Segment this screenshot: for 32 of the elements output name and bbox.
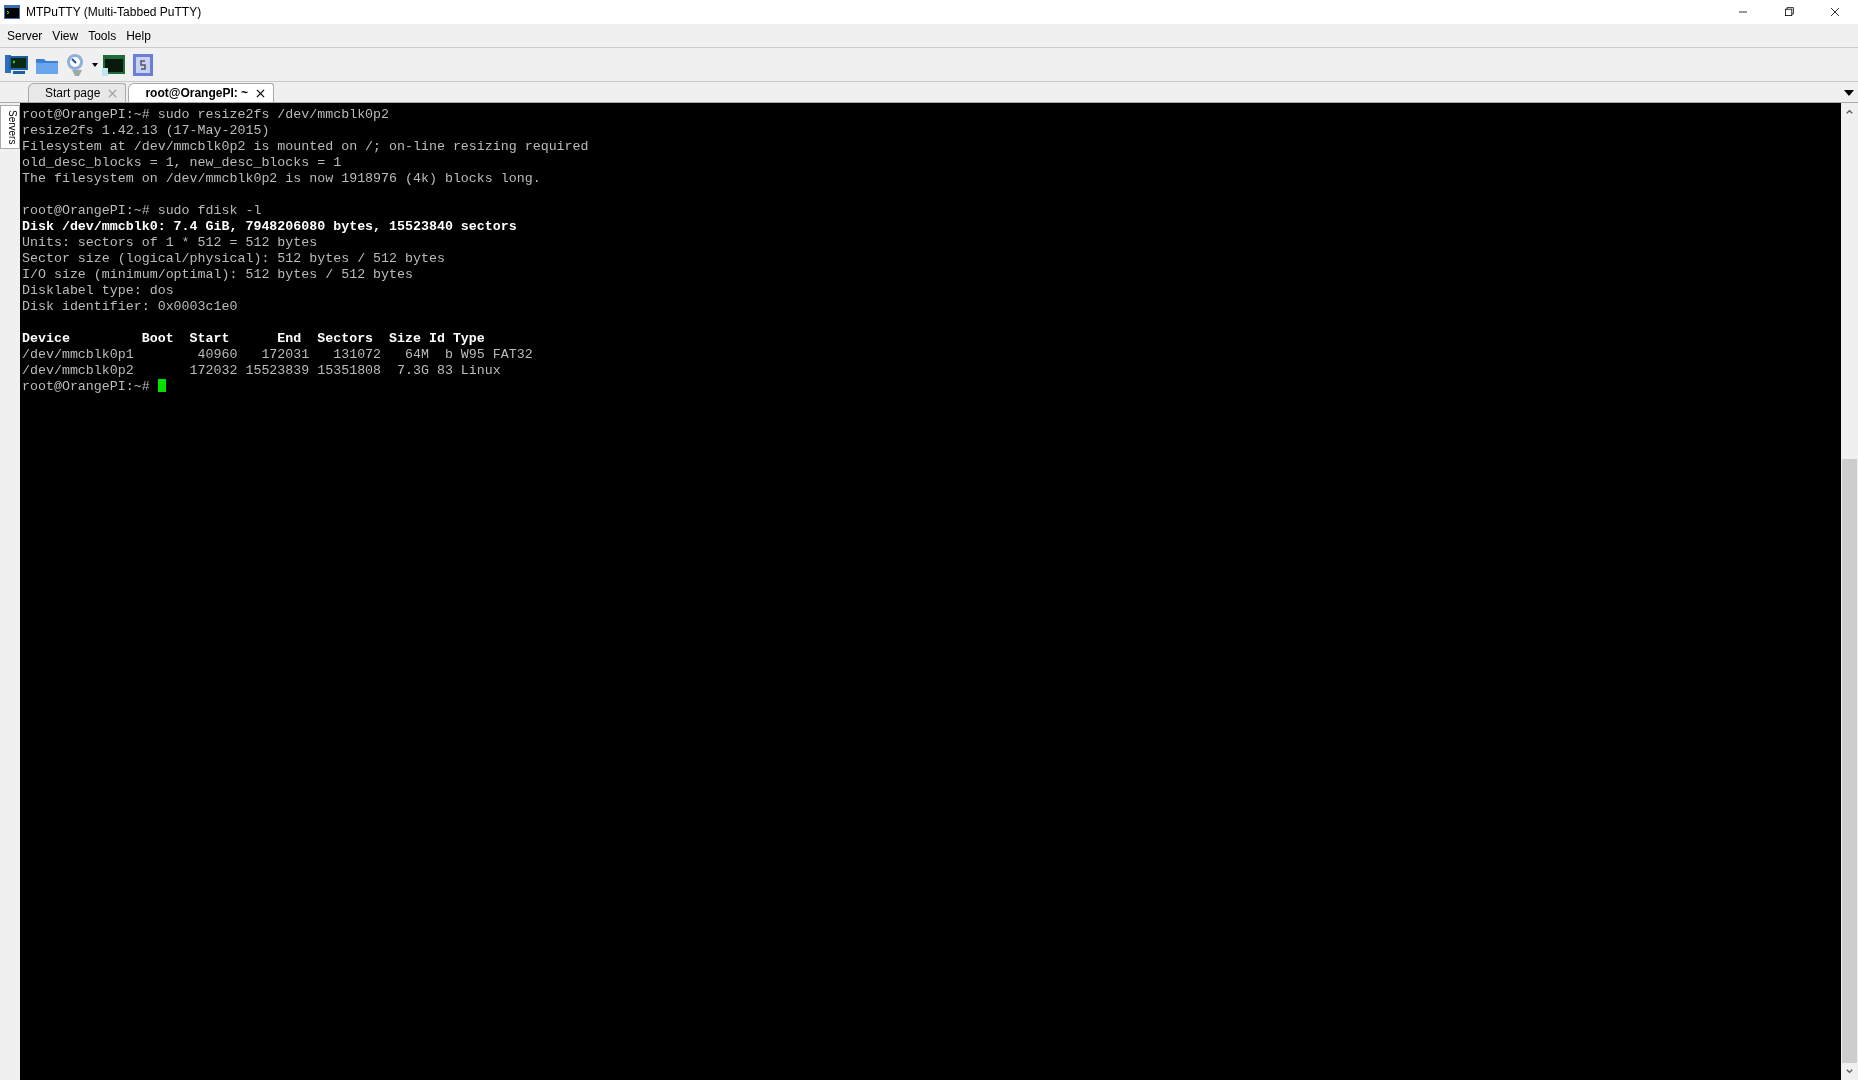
caret-icon[interactable]: [92, 62, 98, 67]
cursor: [157, 379, 166, 392]
menu-item[interactable]: View: [47, 28, 84, 43]
close-icon[interactable]: [256, 88, 266, 98]
terminal-line: old_desc_blocks = 1, new_desc_blocks = 1: [22, 155, 342, 170]
app-icon: [4, 5, 20, 19]
terminal-line: The filesystem on /dev/mmcblk0p2 is now 1918976 (4k) blocks long.: [22, 171, 541, 186]
dropdown-icon[interactable]: [1844, 90, 1854, 96]
window-title: MTPuTTY (Multi-Tabbed PuTTY): [26, 5, 202, 19]
terminal-line: root@OrangePI:~# sudo resize2fs /dev/mmcblk0p2: [22, 107, 390, 122]
terminal-line: Disklabel type: dos: [22, 283, 174, 298]
menu-item[interactable]: Help: [121, 28, 156, 43]
terminal-line: root@OrangePI:~# sudo fdisk -l: [22, 203, 262, 218]
terminal-line: Device Boot Start End Sectors Size Id Type: [22, 331, 485, 346]
scroll-thumb[interactable]: [1842, 459, 1857, 1063]
scrollbar[interactable]: [1841, 103, 1858, 1080]
terminal-line: /dev/mmcblk0p2 172032 15523839 15351808 7.3G 83 Linux: [22, 363, 501, 378]
tab[interactable]: root@OrangePI: ~: [128, 83, 275, 102]
terminal-line: Sector size (logical/physical): 512 bytes / 512 bytes: [22, 251, 445, 266]
script-icon[interactable]: [130, 51, 156, 78]
terminal-line: I/O size (minimum/optimal): 512 bytes / 512 bytes: [22, 267, 413, 282]
terminal-line: Units: sectors of 1 * 512 = 512 bytes: [22, 235, 318, 250]
sidebar-tab[interactable]: Servers: [0, 105, 20, 150]
terminal-line: Disk identifier: 0x0003c1e0: [22, 299, 238, 314]
terminal-line: Filesystem at /dev/mmcblk0p2 is mounted on /; on-line resizing required: [22, 139, 589, 154]
menu-item[interactable]: Server: [2, 28, 48, 43]
tab[interactable]: Start page: [28, 83, 127, 102]
terminal-line: /dev/mmcblk0p1 40960 172031 131072 64M b W95 FAT32: [22, 347, 533, 362]
terminal-line: resize2fs 1.42.13 (17-May-2015): [22, 123, 270, 138]
menu-item[interactable]: Tools: [83, 28, 122, 43]
terminal-line: root@OrangePI:~#: [22, 379, 151, 394]
terminal-line: Disk /dev/mmcblk0: 7.4 GiB, 7948206080 bytes, 15523840 sectors: [22, 219, 517, 234]
